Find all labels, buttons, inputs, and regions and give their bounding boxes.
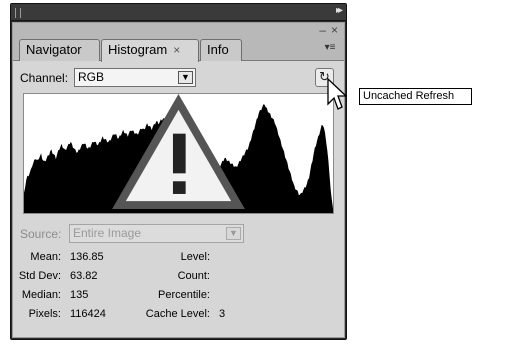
level-label: Level: <box>180 251 210 263</box>
source-row: Source: Entire Image ▼ <box>13 224 344 243</box>
chevron-down-icon: ▼ <box>178 71 193 84</box>
source-label: Source: <box>20 227 62 241</box>
tab-info[interactable]: Info <box>200 39 242 61</box>
panel-menu-icon[interactable]: ▾≡ <box>322 41 338 55</box>
minimize-icon[interactable]: – <box>319 24 326 36</box>
panel-body: Navigator Histogram × Info – × ▾≡ Channel… <box>12 22 345 338</box>
tab-histogram-label: Histogram <box>108 42 168 57</box>
channel-label: Channel: <box>20 71 69 85</box>
tab-navigator[interactable]: Navigator <box>19 39 100 61</box>
collapse-icon[interactable]: ▸▸ <box>336 5 343 16</box>
mean-value: 136.85 <box>70 251 104 263</box>
tab-histogram[interactable]: Histogram × <box>101 39 199 62</box>
channel-select-value: RGB <box>78 70 105 84</box>
tooltip: Uncached Refresh <box>359 88 472 105</box>
channel-select[interactable]: RGB ▼ <box>74 68 196 87</box>
close-icon[interactable]: × <box>331 24 338 36</box>
median-label: Median: <box>21 289 61 301</box>
pixels-label: Pixels: <box>28 308 61 320</box>
statistics: Mean: 136.85 Std Dev: 63.82 Median: 135 … <box>13 251 344 339</box>
mean-label: Mean: <box>30 251 61 263</box>
drag-grip-icon[interactable] <box>15 8 21 18</box>
tab-info-label: Info <box>207 42 229 57</box>
channel-row: Channel: RGB ▼ ↻ <box>13 68 344 88</box>
stddev-value: 63.82 <box>70 270 98 282</box>
pixels-value: 116424 <box>70 308 106 320</box>
tab-close-icon[interactable]: × <box>173 43 180 57</box>
cache-level-label: Cache Level: <box>145 308 210 320</box>
mouse-pointer-icon <box>327 78 347 110</box>
tab-strip: Navigator Histogram × Info – × ▾≡ <box>13 23 344 62</box>
stddev-label: Std Dev: <box>18 270 61 282</box>
histogram-panel: ▸▸ Navigator Histogram × Info – × ▾≡ Chan… <box>10 3 347 340</box>
tab-navigator-label: Navigator <box>26 42 82 57</box>
source-select-value: Entire Image <box>73 226 142 240</box>
median-value: 135 <box>70 289 89 301</box>
panel-titlebar[interactable]: ▸▸ <box>11 4 346 21</box>
warning-icon[interactable] <box>24 94 333 213</box>
percentile-label: Percentile: <box>158 289 210 301</box>
chevron-down-icon: ▼ <box>226 227 241 240</box>
count-label: Count: <box>177 270 210 282</box>
cache-level-value: 3 <box>219 308 226 320</box>
source-select: Entire Image ▼ <box>69 224 244 243</box>
histogram-graph <box>23 93 334 214</box>
